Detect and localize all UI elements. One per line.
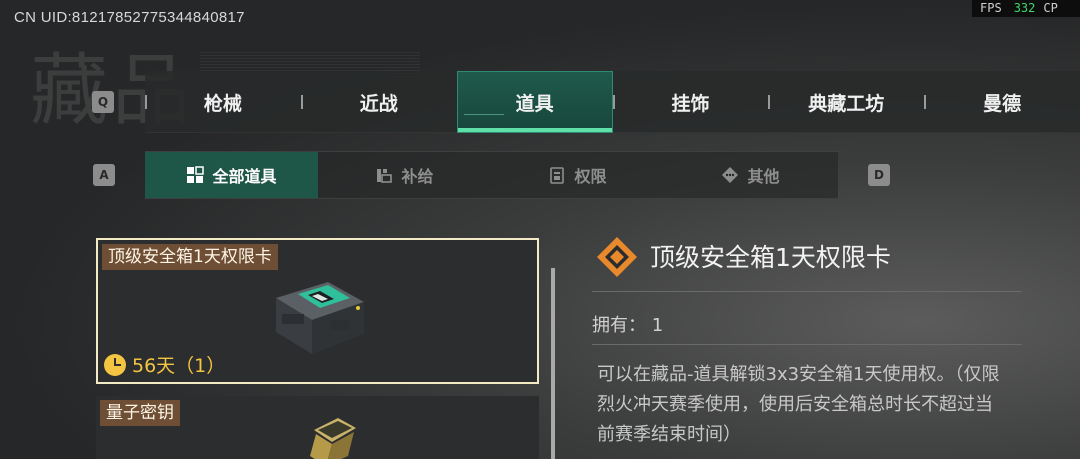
hotkey-d[interactable]: D (868, 164, 890, 186)
tab-label: 枪械 (203, 92, 242, 115)
tab-separator (300, 95, 303, 109)
grid-icon (187, 166, 205, 183)
tab-label: 道具 (515, 92, 554, 115)
subtab-all-items[interactable]: 全部道具 (145, 152, 318, 198)
item-card[interactable]: 顶级安全箱1天权限卡 56天（1） (96, 238, 539, 384)
duration-timer: 56天（1） (104, 351, 225, 378)
cpu-label: CP (1043, 1, 1058, 15)
rarity-diamond-icon (597, 237, 637, 277)
active-tab-indicator (457, 128, 612, 132)
tab-label: 典藏工坊 (808, 92, 885, 115)
item-title: 量子密钥 (100, 400, 180, 426)
quantum-key-image (310, 418, 356, 459)
tab-guns[interactable]: 枪械 (145, 71, 301, 133)
item-card[interactable]: 量子密钥 (96, 396, 539, 459)
hotkey-a[interactable]: A (93, 164, 115, 186)
secure-case-image (276, 282, 364, 354)
hotkey-q[interactable]: Q (92, 91, 114, 113)
detail-divider (592, 291, 1022, 292)
diamond-icon (722, 167, 739, 183)
detail-title: 顶级安全箱1天权限卡 (650, 243, 891, 272)
subtab-label: 其他 (747, 167, 780, 186)
supply-icon (377, 169, 393, 183)
subtab-supply[interactable]: 补给 (318, 152, 491, 198)
item-description: 可以在藏品-道具解锁3x3安全箱1天使用权。（仅限烈火冲天赛季使用，使用后安全箱… (597, 364, 1000, 445)
owned-label: 拥有： (592, 315, 646, 336)
subtab-label: 权限 (574, 167, 607, 186)
tab-melee[interactable]: 近战 (300, 71, 457, 133)
owned-value: 1 (651, 315, 664, 336)
tab-decoration (463, 114, 504, 124)
tab-label: 近战 (359, 92, 398, 115)
tab-label: 曼德 (983, 92, 1022, 115)
user-uid: CN UID:812178527753448408​17 (14, 9, 245, 26)
sub-tab-bar: 全部道具 补给 权限 其他 (145, 151, 838, 199)
fps-value: 332 (1013, 1, 1036, 15)
tab-separator (612, 95, 615, 109)
panel-divider (551, 268, 555, 459)
card-icon (550, 167, 565, 184)
tab-charms[interactable]: 挂饰 (612, 71, 769, 133)
main-tab-bar: 枪械 近战 道具 挂饰 典藏工坊 曼德 (145, 71, 1080, 133)
item-title: 顶级安全箱1天权限卡 (102, 244, 278, 270)
tab-separator (924, 95, 927, 109)
subtab-label: 全部道具 (212, 167, 277, 186)
subtab-label: 补给 (401, 167, 434, 186)
clock-icon (104, 353, 126, 376)
owned-count: 拥有： 1 (592, 311, 663, 337)
fps-label: FPS (980, 1, 1002, 15)
tab-separator (145, 95, 147, 109)
tab-mande[interactable]: 曼德 (924, 71, 1080, 133)
subtab-other[interactable]: 其他 (664, 152, 837, 198)
fps-counter: FPS 332 CP (972, 0, 1080, 17)
detail-divider (592, 344, 1022, 345)
tab-separator (768, 95, 771, 109)
timer-text: 56天（1） (132, 355, 226, 377)
tab-items[interactable]: 道具 (456, 71, 613, 133)
subtab-permission[interactable]: 权限 (491, 152, 664, 198)
tab-label: 挂饰 (671, 92, 710, 115)
tab-workshop[interactable]: 典藏工坊 (768, 71, 924, 133)
